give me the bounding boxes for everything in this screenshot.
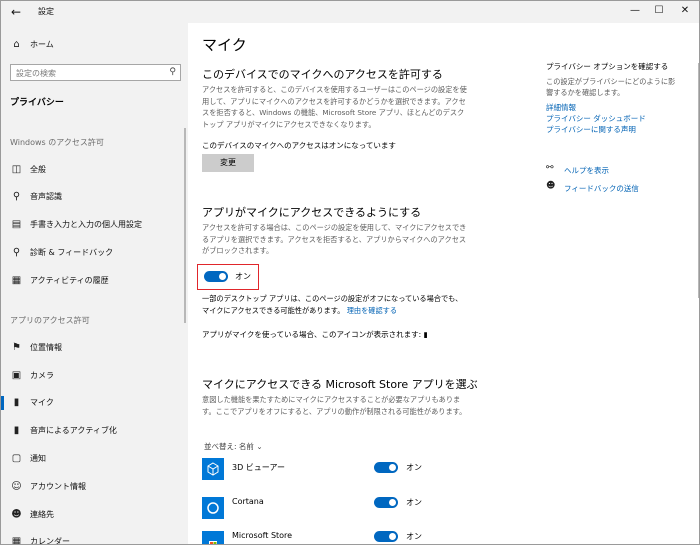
cube-icon bbox=[202, 458, 224, 480]
device-access-status: このデバイスのマイクへのアクセスはオンになっています bbox=[202, 141, 396, 150]
sidebar-item-account-info[interactable]: ☺ アカウント情報 bbox=[1, 477, 188, 497]
minimize-button[interactable]: — bbox=[625, 3, 645, 19]
privacy-options-heading: プライバシー オプションを確認する bbox=[546, 62, 669, 71]
home-icon: ⌂ bbox=[13, 39, 20, 50]
app-name-3d-viewer: 3D ビューアー bbox=[232, 463, 285, 472]
notification-icon: ▢ bbox=[11, 453, 22, 464]
feedback-icon: ☻ bbox=[546, 181, 556, 191]
back-arrow-icon[interactable]: ← bbox=[11, 5, 25, 19]
more-info-link[interactable]: 詳細情報 bbox=[546, 102, 576, 113]
page-title: マイク bbox=[202, 36, 247, 54]
app-toggle-microsoft-store[interactable] bbox=[374, 531, 398, 542]
change-button[interactable]: 変更 bbox=[202, 154, 254, 172]
sidebar-item-microphone[interactable]: ▮ マイク bbox=[1, 393, 188, 413]
search-input[interactable]: 設定の検索 ⚲ bbox=[10, 64, 181, 81]
sidebar-item-activity-history[interactable]: ▦ アクティビティの履歴 bbox=[1, 271, 188, 291]
privacy-statement-link[interactable]: プライバシーに関する声明 bbox=[546, 124, 636, 135]
main-content: マイク このデバイスでのマイクへのアクセスを許可する アクセスを許可すると、この… bbox=[188, 23, 699, 544]
speech-icon: ⚲ bbox=[12, 191, 21, 202]
sidebar-item-location[interactable]: ⚑ 位置情報 bbox=[1, 338, 188, 358]
app-name-microsoft-store: Microsoft Store bbox=[232, 531, 293, 540]
cortana-icon bbox=[202, 497, 224, 519]
diagnostics-icon: ⚲ bbox=[12, 247, 21, 258]
maximize-button[interactable]: ☐ bbox=[649, 3, 669, 19]
settings-window: ← 設定 — ☐ ✕ ⌂ ホーム 設定の検索 ⚲ プライバシー Windows … bbox=[0, 0, 700, 545]
app-access-toggle-label: オン bbox=[235, 272, 251, 281]
close-button[interactable]: ✕ bbox=[675, 3, 695, 19]
learn-why-link[interactable]: 理由を確認する bbox=[347, 306, 397, 315]
help-icon: ⚯ bbox=[546, 163, 554, 173]
section-app-permissions: アプリのアクセス許可 bbox=[10, 316, 90, 325]
store-apps-description: 意図した機能を果たすためにマイクにアクセスすることが必要なアプリもあります。ここ… bbox=[202, 395, 467, 416]
microphone-icon: ▮ bbox=[13, 397, 20, 408]
sidebar-item-camera[interactable]: ▣ カメラ bbox=[1, 366, 188, 386]
get-help-link[interactable]: ヘルプを表示 bbox=[564, 165, 609, 176]
device-access-description: アクセスを許可すると、このデバイスを使用するユーザーはこのページの設定を使用して… bbox=[202, 85, 467, 129]
sidebar-item-calendar[interactable]: ▦ カレンダー bbox=[1, 532, 188, 545]
send-feedback-link[interactable]: フィードバックの送信 bbox=[564, 183, 639, 194]
voice-activation-icon: ▮ bbox=[13, 425, 20, 436]
account-icon: ☺ bbox=[11, 481, 22, 492]
app-toggle-3d-viewer[interactable] bbox=[374, 462, 398, 473]
privacy-options-description: この設定がプライバシーにどのように影響するかを確認します。 bbox=[546, 77, 676, 97]
sidebar-item-general[interactable]: ◫ 全般 bbox=[1, 160, 188, 180]
search-icon: ⚲ bbox=[169, 67, 176, 77]
sidebar-item-notifications[interactable]: ▢ 通知 bbox=[1, 449, 188, 469]
camera-icon: ▣ bbox=[11, 370, 22, 381]
app-toggle-cortana[interactable] bbox=[374, 497, 398, 508]
chevron-down-icon: ⌄ bbox=[256, 442, 263, 451]
selection-indicator bbox=[1, 396, 4, 410]
sidebar-item-diagnostics[interactable]: ⚲ 診断 & フィードバック bbox=[1, 243, 188, 263]
sidebar-item-speech[interactable]: ⚲ 音声認識 bbox=[1, 187, 188, 207]
sidebar-item-contacts[interactable]: ☻ 連絡先 bbox=[1, 505, 188, 525]
sidebar-item-voice-activation[interactable]: ▮ 音声によるアクティブ化 bbox=[1, 421, 188, 441]
privacy-dashboard-link[interactable]: プライバシー ダッシュボード bbox=[546, 113, 646, 124]
mic-icon-note: アプリがマイクを使っている場合、このアイコンが表示されます: ▮ bbox=[202, 330, 428, 339]
app-name-cortana: Cortana bbox=[232, 497, 264, 506]
history-icon: ▦ bbox=[11, 275, 22, 286]
title-bar: ← 設定 — ☐ ✕ bbox=[1, 1, 699, 23]
app-access-heading: アプリがマイクにアクセスできるようにする bbox=[202, 206, 422, 219]
store-apps-heading: マイクにアクセスできる Microsoft Store アプリを選ぶ bbox=[202, 378, 478, 391]
sort-dropdown[interactable]: 並べ替え: 名前 ⌄ bbox=[204, 441, 263, 452]
note-icon: ▤ bbox=[11, 219, 22, 230]
sidebar-scrollbar[interactable] bbox=[184, 128, 186, 323]
device-access-heading: このデバイスでのマイクへのアクセスを許可する bbox=[202, 68, 443, 81]
privacy-heading: プライバシー bbox=[10, 98, 64, 108]
desktop-apps-note: 一部のデスクトップ アプリは、このページの設定がオフになっている場合でも、マイク… bbox=[202, 294, 463, 315]
section-windows-permissions: Windows のアクセス許可 bbox=[10, 138, 104, 147]
sidebar-item-inking[interactable]: ▤ 手書き入力と入力の個人用設定 bbox=[1, 215, 188, 235]
app-access-toggle[interactable] bbox=[204, 271, 228, 282]
contacts-icon: ☻ bbox=[11, 509, 22, 520]
window-title: 設定 bbox=[38, 7, 54, 16]
sidebar: ⌂ ホーム 設定の検索 ⚲ プライバシー Windows のアクセス許可 ◫ 全… bbox=[1, 23, 188, 545]
lock-icon: ◫ bbox=[11, 164, 22, 175]
sidebar-item-home[interactable]: ⌂ ホーム bbox=[1, 35, 188, 55]
location-icon: ⚑ bbox=[12, 342, 21, 353]
store-icon bbox=[202, 531, 224, 544]
calendar-icon: ▦ bbox=[11, 536, 22, 545]
microphone-indicator-icon: ▮ bbox=[423, 330, 428, 339]
app-access-description: アクセスを許可する場合は、このページの設定を使用して、マイクにアクセスできるアプ… bbox=[202, 223, 467, 255]
